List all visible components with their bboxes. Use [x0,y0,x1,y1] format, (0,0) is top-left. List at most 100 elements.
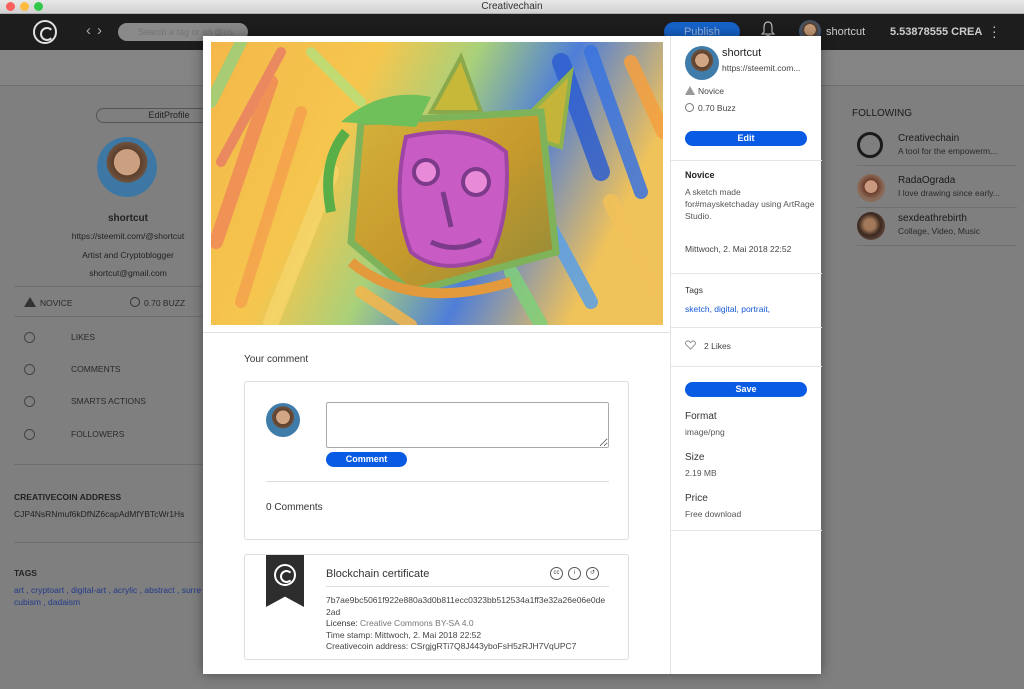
license-value[interactable]: Creative Commons BY-SA 4.0 [360,618,474,628]
comment-count: 0 Comments [266,502,323,513]
divider [671,366,822,367]
more-menu-icon[interactable]: · · · [992,19,997,43]
menu-likes[interactable]: LIKES [24,332,96,344]
divider [14,286,202,287]
format-label: Format [685,411,717,422]
license-icons: cc i ↺ [550,565,604,580]
back-arrow-icon[interactable]: ‹ [86,22,97,39]
plus-icon [24,396,35,408]
comment-textarea[interactable] [326,402,609,448]
size-value: 2.19 MB [685,468,717,478]
following-name: sexdeathrebirth [898,213,967,224]
certificate-ribbon-icon [266,555,304,607]
profile-tags[interactable]: art , cryptoart , digital-art , acrylic … [14,584,204,608]
following-desc: I love drawing since early... [898,188,1000,198]
creativechain-logo-icon [274,564,296,586]
post-date: Mittwoch, 2. Mai 2018 22:52 [685,244,792,254]
following-title: FOLLOWING [852,108,913,119]
warning-icon [24,297,36,307]
certificate-title: Blockchain certificate [326,568,430,580]
certificate-address: Creativecoin address: CSrgjgRTi7Q8J443yb… [326,641,577,651]
profile-buzz: 0.70 BUZZ [130,297,185,308]
following-desc: A tool for the empowerm... [898,146,998,156]
creativechain-logo-icon[interactable] [33,20,57,44]
edit-button[interactable]: Edit [685,131,807,146]
profile-level-text: NOVICE [40,298,73,308]
author-name[interactable]: shortcut [722,47,761,59]
blockchain-certificate: Blockchain certificate cc i ↺ 7b7ae9bc5061… [244,554,629,660]
following-item[interactable]: RadaOgrada I love drawing since early... [857,172,1017,208]
certificate-timestamp: Time stamp: Mittwoch, 2. Mai 2018 22:52 [326,629,482,640]
comment-heading: Your comment [244,354,309,365]
bell-icon[interactable] [761,21,775,37]
post-tags[interactable]: sketch, digital, portrait, [685,304,770,314]
divider [14,316,202,317]
author-buzz-text: 0.70 Buzz [698,103,736,113]
divider [326,586,609,587]
header-username[interactable]: shortcut [826,26,865,38]
profile-buzz-text: 0.70 BUZZ [144,298,186,308]
following-desc: Collage, Video, Music [898,226,981,236]
comment-button[interactable]: Comment [326,452,407,467]
following-avatar [857,174,885,202]
tags-label: Tags [685,285,703,295]
format-value: image/png [685,427,725,437]
divider [14,542,202,543]
creativechain-logo-icon [857,132,883,158]
header-balance: 5.53878555 CREA [890,26,983,38]
license-label: License: [326,618,358,628]
likes-count: 2 Likes [704,341,731,351]
following-name: Creativechain [898,133,960,144]
profile-avatar [97,137,157,197]
menu-comments[interactable]: COMMENTS [24,364,121,376]
divider [671,530,822,531]
following-name: RadaOgrada [898,175,956,186]
heart-icon [685,340,696,350]
address-value: CJP4NsRNmuf6kDfNZ6capAdMfYBTcWr1Hs [14,509,185,519]
profile-level: NOVICE [24,297,73,308]
author-level-text: Novice [698,86,724,96]
author-url[interactable]: https://steemit.com... [722,63,800,73]
certificate-license: License: Creative Commons BY-SA 4.0 [326,618,616,630]
menu-smarts-actions[interactable]: SMARTS ACTIONS [24,396,146,408]
buzz-icon [130,297,140,307]
certificate-hash: 7b7ae9bc5061f922e880a3d0b811ecc0323bb512… [326,595,606,617]
comment-icon [24,364,35,376]
divider [14,464,202,465]
address-label: CREATIVECOIN ADDRESS [14,492,122,502]
divider [203,332,670,333]
post-detail-modal: Your comment Comment 0 Comments Blockcha… [203,36,822,674]
size-label: Size [685,452,705,463]
author-avatar[interactable] [685,46,719,80]
window-title: Creativechain [481,1,543,12]
attribution-icon[interactable]: i [568,567,581,580]
post-info-panel: shortcut https://steemit.com... Novice 0… [670,36,822,674]
warning-icon [685,86,695,95]
divider [671,273,822,274]
cc-icon[interactable]: cc [550,567,563,580]
level-title: Novice [685,170,715,180]
tags-label: TAGS [14,568,37,578]
menu-likes-label: LIKES [71,332,96,342]
author-buzz: 0.70 Buzz [685,103,736,113]
save-button[interactable]: Save [685,382,807,397]
author-level: Novice [685,86,724,96]
certificate-info: 7b7ae9bc5061f922e880a3d0b811ecc0323bb512… [326,595,616,653]
forward-arrow-icon[interactable]: › [97,22,108,39]
buzz-icon [685,103,694,112]
divider [671,160,822,161]
following-item[interactable]: Creativechain A tool for the empowerm... [857,130,1017,166]
following-item[interactable]: sexdeathrebirth Collage, Video, Music [857,210,1017,246]
price-label: Price [685,493,708,504]
divider [671,327,822,328]
menu-followers[interactable]: FOLLOWERS [24,429,125,441]
divider [266,481,609,482]
followers-icon [24,429,35,441]
comment-box: Comment 0 Comments [244,381,629,540]
menu-followers-label: FOLLOWERS [71,429,125,439]
share-alike-icon[interactable]: ↺ [586,567,599,580]
likes-row[interactable]: 2 Likes [685,340,731,351]
post-description: A sketch made for#maysketchaday using Ar… [685,187,815,221]
heart-icon [24,332,35,344]
price-value: Free download [685,509,742,519]
